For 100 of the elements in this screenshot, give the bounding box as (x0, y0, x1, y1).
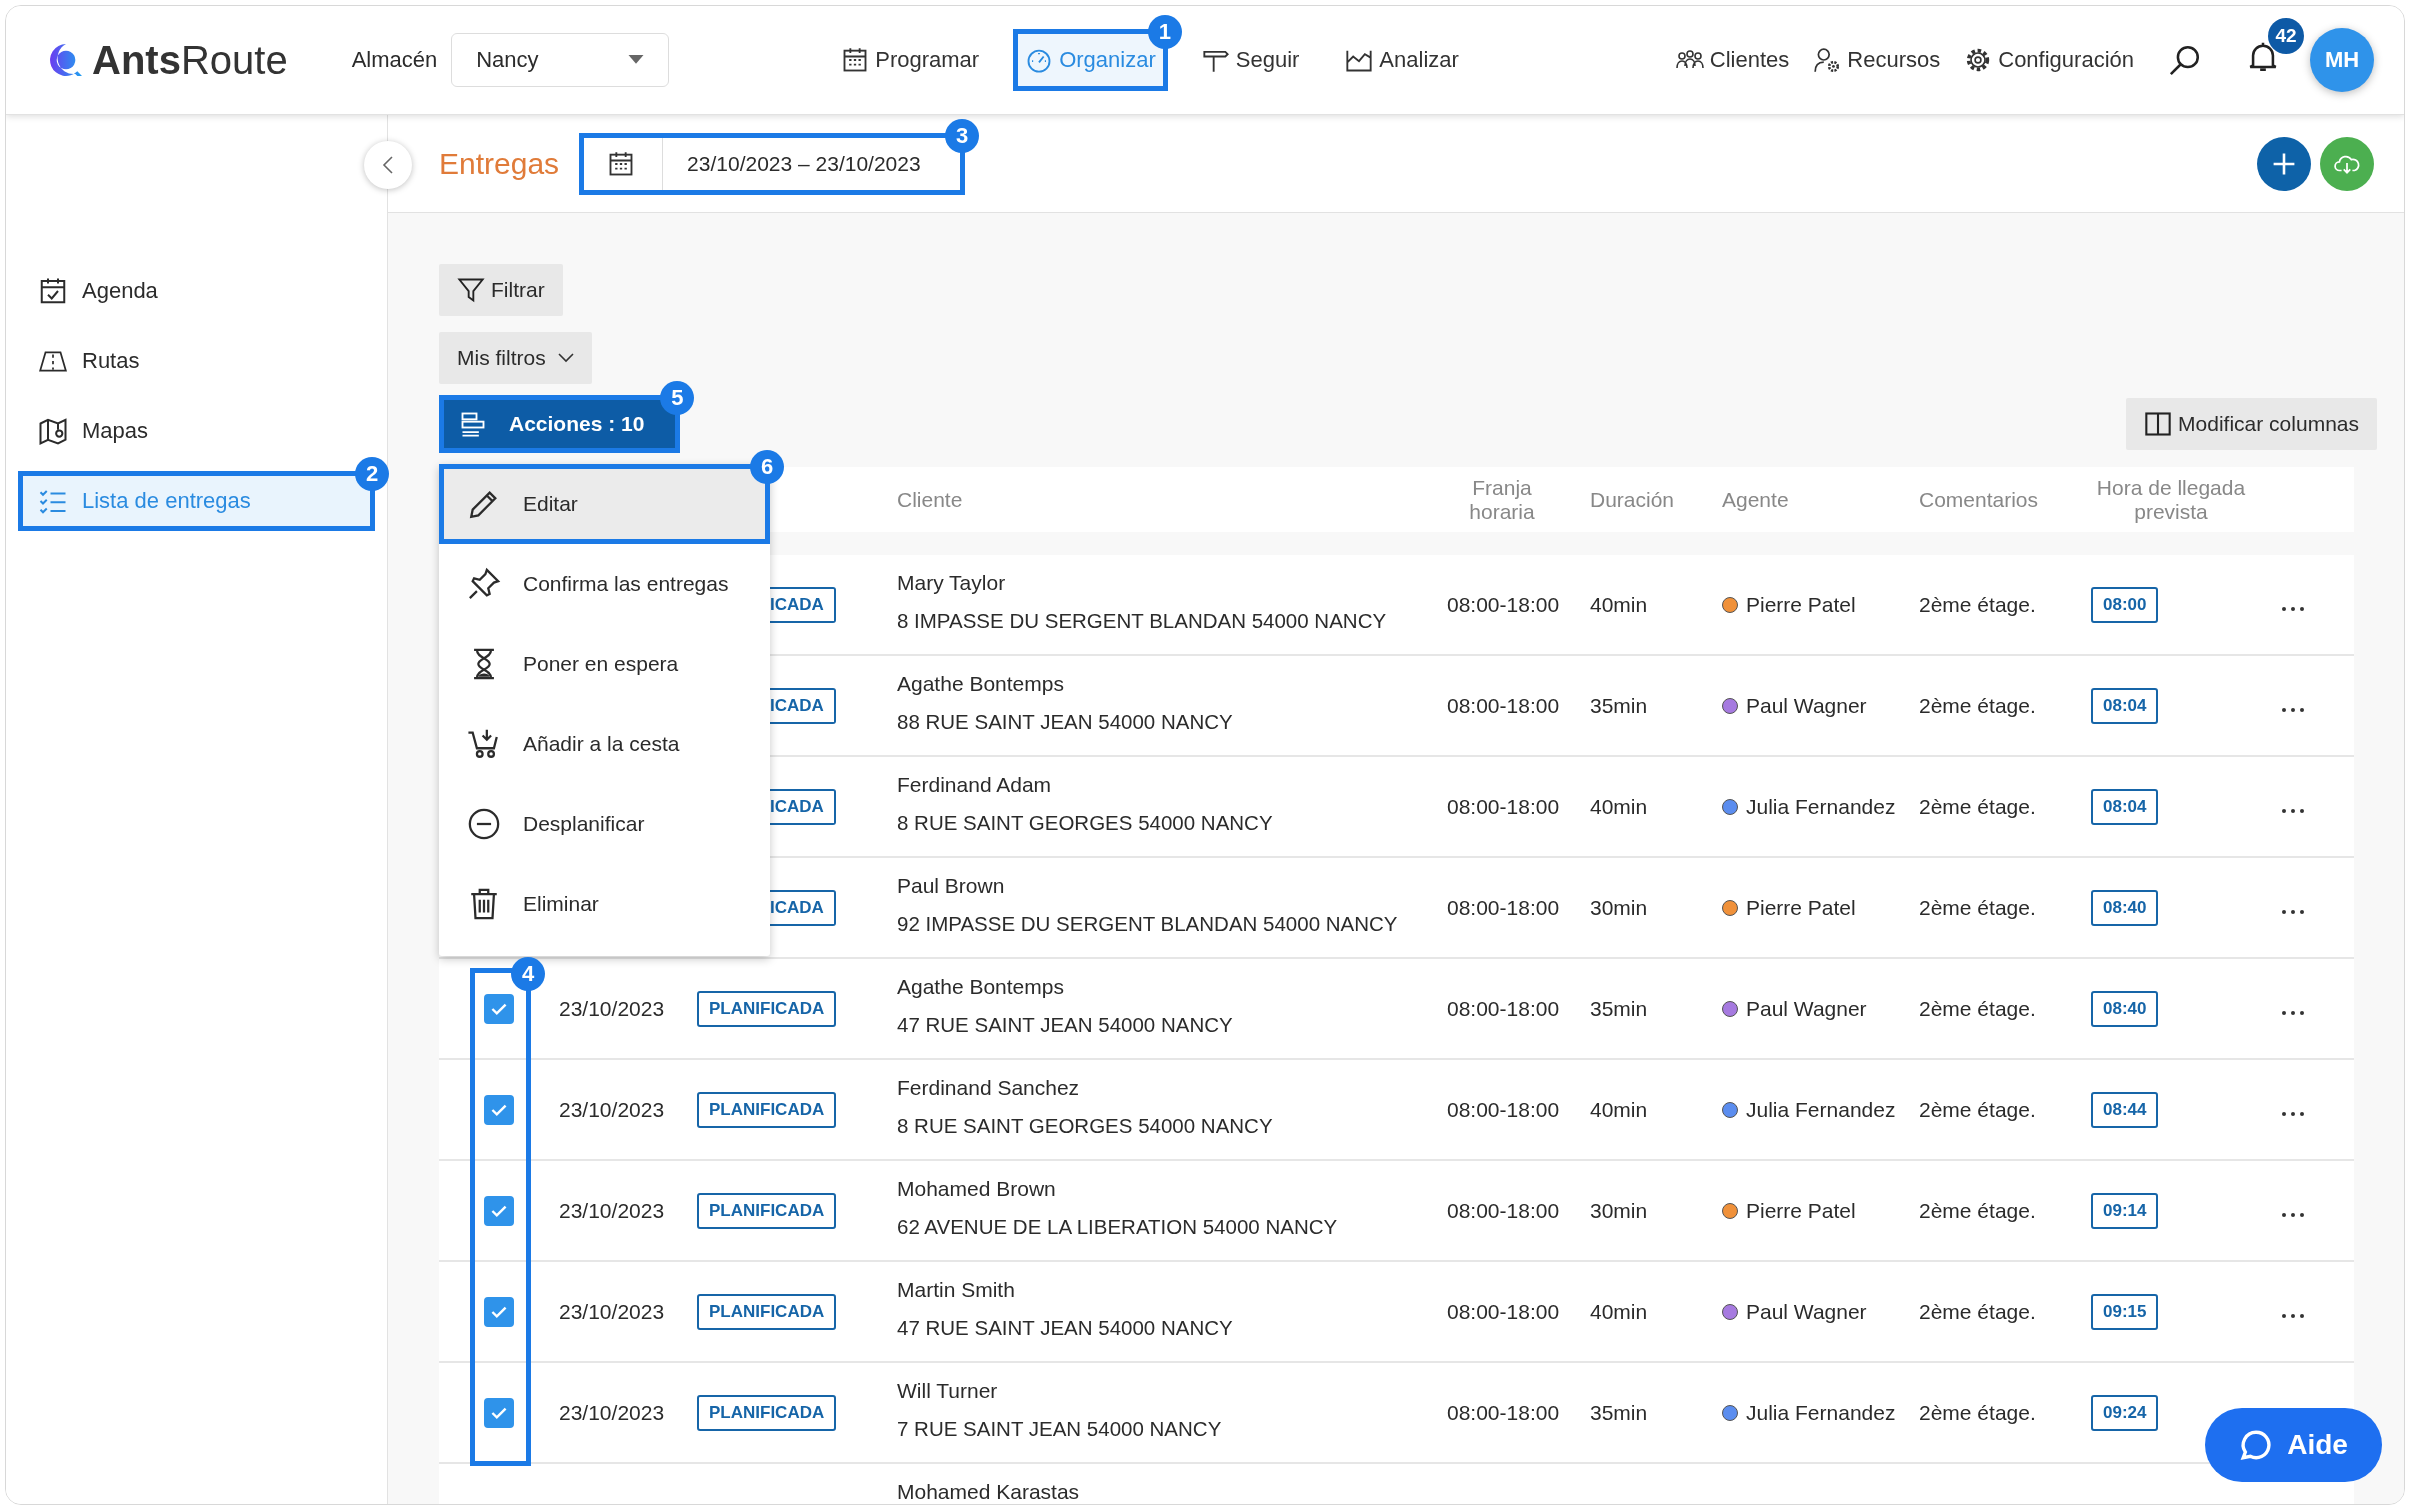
more-icon[interactable] (2281, 807, 2305, 814)
client-name: Agathe Bontemps (897, 672, 1065, 696)
column-header: Cliente (897, 487, 963, 512)
menu-item[interactable]: Añadir a la cesta (439, 704, 770, 784)
row-checkbox[interactable] (484, 993, 514, 1024)
date-cell: 23/10/2023 (559, 1097, 665, 1121)
comment-cell: 2ème étage. (1919, 794, 2036, 818)
status-tag: PLANIFICADA (697, 1091, 837, 1128)
column-header: Agente (1722, 487, 1790, 512)
time-window-cell: 08:00-18:00 (1447, 1299, 1560, 1323)
time-window-cell: 08:00-18:00 (1447, 996, 1560, 1020)
calendar-check-icon (38, 276, 68, 306)
row-checkbox[interactable] (484, 1397, 514, 1428)
column-header: Duración (1590, 487, 1676, 512)
comment-cell: 2ème étage. (1919, 895, 2036, 919)
logo-text: AntsRoute (92, 37, 288, 83)
more-icon[interactable] (2281, 908, 2305, 915)
arrival-time-tag: 08:44 (2091, 1091, 2159, 1128)
row-checkbox[interactable] (484, 1296, 514, 1327)
comment-cell: 2ème étage. (1919, 592, 2036, 616)
more-icon[interactable] (2281, 605, 2305, 612)
help-button[interactable]: Aide (2205, 1408, 2382, 1482)
time-window-cell: 08:00-18:00 (1447, 1097, 1560, 1121)
sidebar-item[interactable]: Agenda (18, 261, 375, 321)
columns-icon (2144, 410, 2173, 438)
address-text: 8 IMPASSE DU SERGENT BLANDAN 54000 NANCY (897, 609, 1388, 633)
duration-cell: 30min (1590, 895, 1648, 919)
client-name: Agathe Bontemps (897, 975, 1065, 999)
client-name: Ferdinand Sanchez (897, 1076, 1081, 1100)
callout-number: 5 (660, 381, 695, 415)
time-window-cell: 08:00-18:00 (1447, 895, 1560, 919)
date-cell: 23/10/2023 (559, 1299, 665, 1323)
more-icon[interactable] (2281, 1211, 2305, 1218)
arrival-time-tag: 08:04 (2091, 687, 2159, 724)
client-name: Martin Smith (897, 1278, 1016, 1302)
address-text: 47 RUE SAINT JEAN 54000 NANCY (897, 1013, 1234, 1037)
agent-name: Julia Fernandez (1746, 794, 1896, 819)
chevron-left-icon (382, 155, 394, 175)
row-checkbox[interactable] (484, 1195, 514, 1226)
address-text: 92 IMPASSE DU SERGENT BLANDAN 54000 NANCY (897, 912, 1399, 936)
more-icon[interactable] (2281, 1312, 2305, 1319)
time-window-cell: 08:00-18:00 (1447, 592, 1560, 616)
column-header: Hora de llegada prevista (2095, 475, 2247, 524)
client-name: Mary Taylor (897, 571, 1007, 595)
client-name: Ferdinand Adam (897, 773, 1053, 797)
nav-link[interactable]: Clientes (1663, 29, 1802, 91)
my-filters-dropdown[interactable]: Mis filtros (439, 332, 592, 384)
notification-count: 42 (2268, 18, 2304, 54)
arrival-time-tag: 09:14 (2091, 1192, 2159, 1229)
filter-button[interactable]: Filtrar (439, 264, 563, 316)
comment-cell: 2ème étage. (1919, 1400, 2036, 1424)
nav-link[interactable]: Recursos (1801, 29, 1953, 91)
chevron-down-icon (557, 353, 574, 363)
list-icon (459, 410, 487, 438)
column-header: Franja horaria (1468, 475, 1536, 524)
duration-cell: 35min (1590, 996, 1648, 1020)
pin-icon (467, 567, 501, 601)
status-tag: PLANIFICADA (697, 1192, 837, 1229)
nav-tab[interactable]: Programar (829, 29, 992, 91)
modify-columns-button[interactable]: Modificar columnas (2126, 398, 2377, 450)
callout-number: 3 (945, 118, 980, 153)
search-icon[interactable] (2168, 43, 2202, 77)
sidebar-item[interactable]: Rutas (18, 331, 375, 391)
more-icon[interactable] (2281, 706, 2305, 713)
menu-item[interactable]: Eliminar (439, 864, 770, 944)
menu-item[interactable]: Poner en espera (439, 624, 770, 704)
map-pin-icon (38, 416, 68, 446)
date-cell: 23/10/2023 (559, 996, 665, 1020)
menu-item[interactable]: Desplanificar (439, 784, 770, 864)
more-icon[interactable] (2281, 1009, 2305, 1016)
import-button[interactable] (2320, 136, 2374, 191)
page-title: Entregas (439, 146, 560, 181)
arrival-time-tag: 09:15 (2091, 1293, 2159, 1330)
callout-number: 1 (1147, 15, 1182, 49)
warehouse-label: Almacén (351, 47, 438, 73)
comment-cell: 2ème étage. (1919, 1198, 2036, 1222)
callout-number: 2 (355, 457, 389, 491)
arrival-time-tag: 09:24 (2091, 1394, 2159, 1431)
agent-name: Pierre Patel (1746, 895, 1856, 920)
duration-cell: 35min (1590, 1400, 1648, 1424)
warehouse-select[interactable]: Nancy (451, 33, 670, 87)
comment-cell: 2ème étage. (1919, 1097, 2036, 1121)
menu-item[interactable]: Confirma las entregas (439, 544, 770, 624)
client-name: Paul Brown (897, 874, 1006, 898)
person-gear-icon (1813, 46, 1842, 74)
more-icon[interactable] (2281, 1110, 2305, 1117)
row-checkbox[interactable] (484, 1094, 514, 1125)
nav-tab[interactable]: Analizar (1333, 29, 1471, 91)
client-name: Mohamed Karastas (897, 1480, 1081, 1504)
add-button[interactable] (2257, 136, 2311, 191)
comment-cell: 2ème étage. (1919, 1299, 2036, 1323)
status-tag: PLANIFICADA (697, 1394, 837, 1431)
agent-name: Pierre Patel (1746, 592, 1856, 617)
nav-tab[interactable]: Seguir (1189, 29, 1312, 91)
nav-link[interactable]: Configuración (1952, 29, 2146, 91)
address-text: 8 RUE SAINT GEORGES 54000 NANCY (897, 811, 1274, 835)
address-text: 47 RUE SAINT JEAN 54000 NANCY (897, 1316, 1234, 1340)
agent-name: Julia Fernandez (1746, 1097, 1896, 1122)
time-window-cell: 08:00-18:00 (1447, 1400, 1560, 1424)
agent-name: Paul Wagner (1746, 693, 1867, 718)
